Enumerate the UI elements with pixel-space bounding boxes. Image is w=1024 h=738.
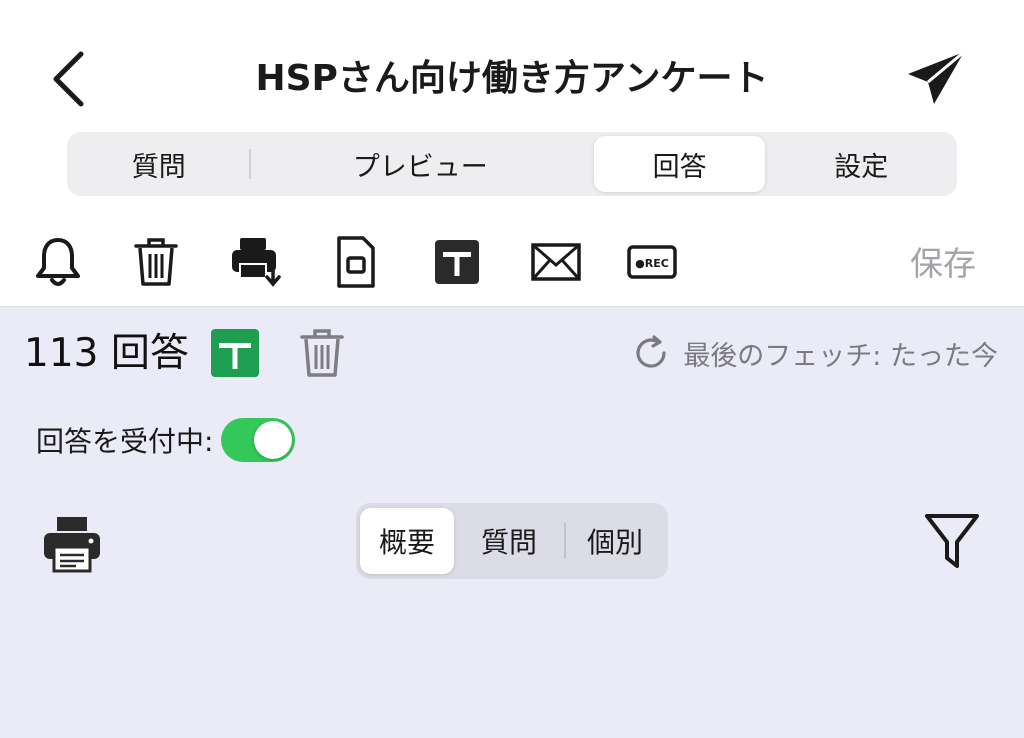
toggle-knob <box>254 421 293 459</box>
print-download-icon <box>232 238 281 287</box>
print-download-button[interactable] <box>226 232 286 292</box>
main-tabs: 質問 プレビュー 回答 設定 <box>67 132 957 196</box>
responses-screen: HSPさん向け働き方アンケート 質問 プレビュー 回答 設定 ●REC 保存 1… <box>0 0 1024 738</box>
email-button[interactable] <box>526 232 586 292</box>
chevron-left-icon <box>53 51 84 107</box>
response-view-tabs: 概要 質問 個別 <box>356 503 668 579</box>
subtab-summary[interactable]: 概要 <box>360 508 454 574</box>
delete-form-button[interactable] <box>126 232 186 292</box>
refresh-icon[interactable] <box>633 335 669 371</box>
mail-icon <box>531 243 581 281</box>
bell-icon <box>36 238 80 286</box>
subtab-questions[interactable]: 質問 <box>454 508 564 574</box>
accepting-responses-row: 回答を受付中: <box>36 415 296 465</box>
page-title: HSPさん向け働き方アンケート <box>255 58 769 99</box>
rec-icon: ●REC <box>627 245 677 279</box>
record-button[interactable]: ●REC <box>622 232 682 292</box>
response-count: 113 回答 <box>24 331 189 376</box>
link-sheet-button[interactable] <box>211 329 259 377</box>
notification-button[interactable] <box>28 232 88 292</box>
rec-label: ●REC <box>635 257 669 270</box>
paper-plane-icon <box>908 50 965 104</box>
last-fetch-text: 最後のフェッチ: たった今 <box>683 340 998 372</box>
last-fetch: 最後のフェッチ: たった今 <box>633 333 998 373</box>
send-button[interactable] <box>900 44 972 114</box>
tab-settings[interactable]: 設定 <box>765 136 957 192</box>
filter-button[interactable] <box>920 507 984 577</box>
document-button[interactable] <box>326 232 386 292</box>
accepting-toggle[interactable] <box>221 418 296 462</box>
save-button[interactable]: 保存 <box>898 242 988 286</box>
header: HSPさん向け働き方アンケート <box>0 0 1024 128</box>
accepting-label: 回答を受付中: <box>36 425 214 458</box>
responses-panel: 113 回答 最後のフェッチ: たった今 回答を受付中: 概要 質問 個別 <box>0 306 1024 738</box>
green-sheet-icon <box>211 329 259 377</box>
delete-responses-button[interactable] <box>294 323 350 383</box>
sheet-icon <box>435 240 479 284</box>
tab-preview[interactable]: プレビュー <box>251 136 590 192</box>
tab-questions[interactable]: 質問 <box>69 136 249 192</box>
back-button[interactable] <box>38 44 98 114</box>
tab-responses[interactable]: 回答 <box>593 136 766 192</box>
spreadsheet-button[interactable] <box>427 232 487 292</box>
toolbar: ●REC 保存 <box>0 218 1024 306</box>
filter-icon <box>925 514 979 568</box>
trash-icon <box>300 329 344 377</box>
subtab-individual[interactable]: 個別 <box>566 508 664 574</box>
trash-icon <box>134 238 178 286</box>
document-icon <box>337 236 375 288</box>
printer-icon <box>44 517 100 573</box>
print-button[interactable] <box>38 511 106 577</box>
